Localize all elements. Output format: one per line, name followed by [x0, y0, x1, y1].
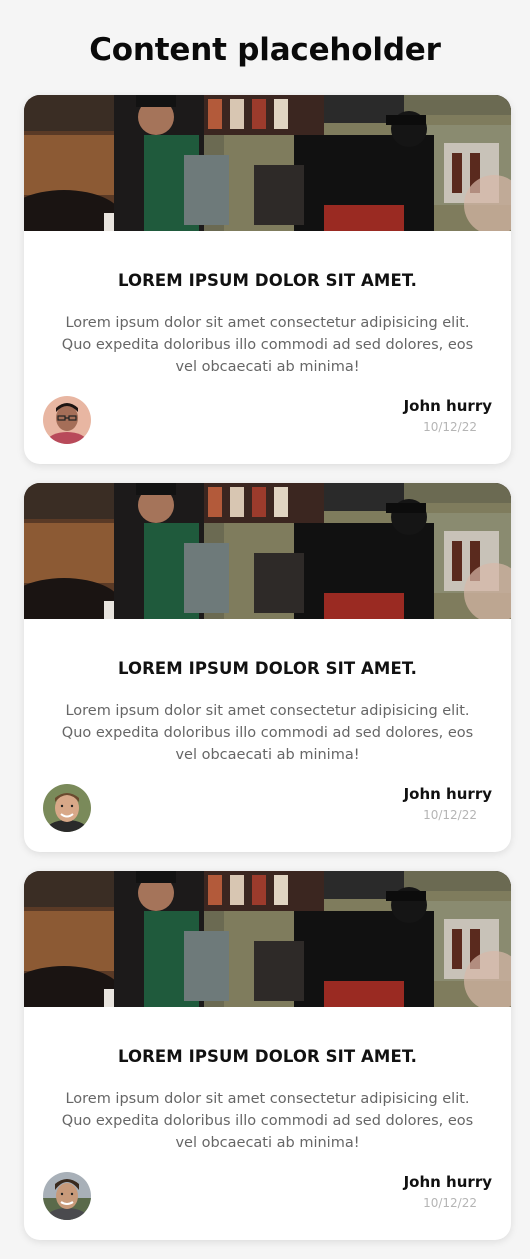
avatar[interactable] [43, 396, 91, 444]
card-description: Lorem ipsum dolor sit amet consectetur a… [61, 1091, 474, 1151]
content-card[interactable]: LOREM IPSUM DOLOR SIT AMET. Lorem ipsum … [24, 483, 511, 852]
card-description: Lorem ipsum dolor sit amet consectetur a… [61, 703, 474, 763]
page: Content placeholder LOREM IPSUM DOLOR SI… [0, 0, 530, 1259]
card-footer: John hurry 10/12/22 [24, 1172, 511, 1220]
card-footer: John hurry 10/12/22 [24, 784, 511, 832]
avatar[interactable] [43, 1172, 91, 1220]
coffee-shop-photo-icon [24, 871, 511, 1007]
card-description: Lorem ipsum dolor sit amet consectetur a… [61, 315, 474, 375]
card-title: LOREM IPSUM DOLOR SIT AMET. [117, 271, 418, 290]
avatar-smiling-man-icon [43, 784, 91, 832]
avatar-outdoor-man-icon [43, 1172, 91, 1220]
post-date: 10/12/22 [423, 808, 477, 822]
coffee-shop-photo-icon [24, 483, 511, 619]
card-title: LOREM IPSUM DOLOR SIT AMET. [117, 659, 418, 678]
content-card[interactable]: LOREM IPSUM DOLOR SIT AMET. Lorem ipsum … [24, 95, 511, 464]
page-title: Content placeholder [89, 32, 441, 68]
card-footer: John hurry 10/12/22 [24, 396, 511, 444]
author-name: John hurry [403, 397, 492, 415]
author-name: John hurry [403, 1173, 492, 1191]
post-date: 10/12/22 [423, 420, 477, 434]
avatar[interactable] [43, 784, 91, 832]
content-card[interactable]: LOREM IPSUM DOLOR SIT AMET. Lorem ipsum … [24, 871, 511, 1240]
avatar-glasses-man-icon [43, 396, 91, 444]
author-name: John hurry [403, 785, 492, 803]
post-date: 10/12/22 [423, 1196, 477, 1210]
card-title: LOREM IPSUM DOLOR SIT AMET. [117, 1047, 418, 1066]
card-image [24, 95, 511, 231]
coffee-shop-photo-icon [24, 95, 511, 231]
card-image [24, 483, 511, 619]
card-image [24, 871, 511, 1007]
